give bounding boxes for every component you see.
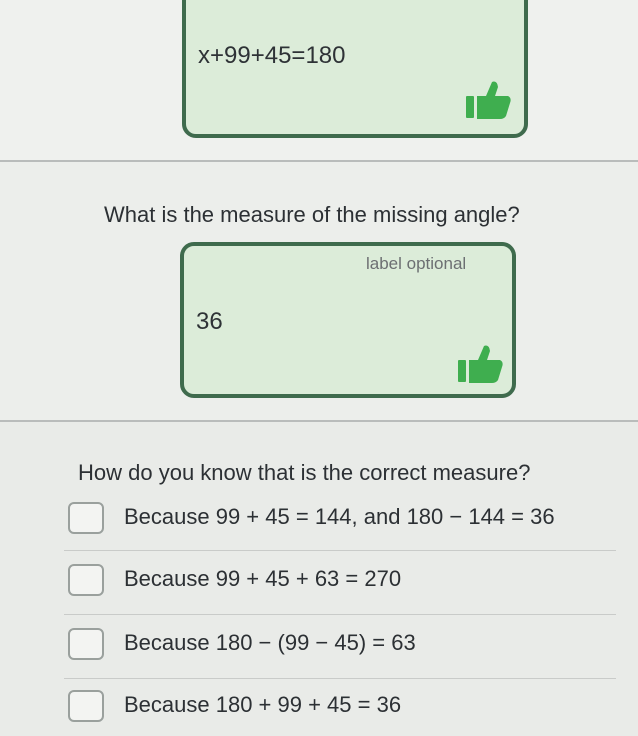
choice-option-4[interactable]: Because 180 + 99 + 45 = 36 (64, 680, 616, 736)
thumbs-up-icon (458, 345, 503, 383)
choice-divider (64, 678, 616, 679)
label-optional: label optional (366, 254, 467, 273)
equation-answer-text: x+99+45=180 (198, 42, 346, 69)
choice-divider (64, 550, 616, 551)
choice-option-2[interactable]: Because 99 + 45 + 63 = 270 (64, 554, 616, 610)
angle-answer-text: 36 (196, 308, 223, 335)
choice-divider (64, 614, 616, 615)
choice-label: Because 99 + 45 + 63 = 270 (124, 566, 402, 591)
angle-answer-box[interactable]: label optional 36 (180, 242, 516, 398)
equation-answer-box[interactable]: x+99+45=180 (182, 0, 528, 138)
question-missing-angle: What is the measure of the missing angle… (104, 202, 520, 227)
checkbox[interactable] (68, 628, 104, 660)
choice-label: Because 99 + 45 = 144, and 180 − 144 = 3… (124, 504, 555, 529)
choice-label: Because 180 + 99 + 45 = 36 (124, 692, 402, 717)
checkbox[interactable] (68, 564, 104, 596)
checkbox[interactable] (68, 690, 104, 722)
checkbox[interactable] (68, 502, 104, 534)
question-how-do-you-know: How do you know that is the correct meas… (78, 460, 531, 485)
thumbs-up-icon (466, 81, 511, 119)
choice-option-1[interactable]: Because 99 + 45 = 144, and 180 − 144 = 3… (64, 492, 616, 548)
choice-label: Because 180 − (99 − 45) = 63 (124, 630, 416, 655)
choice-option-3[interactable]: Because 180 − (99 − 45) = 63 (64, 618, 616, 674)
